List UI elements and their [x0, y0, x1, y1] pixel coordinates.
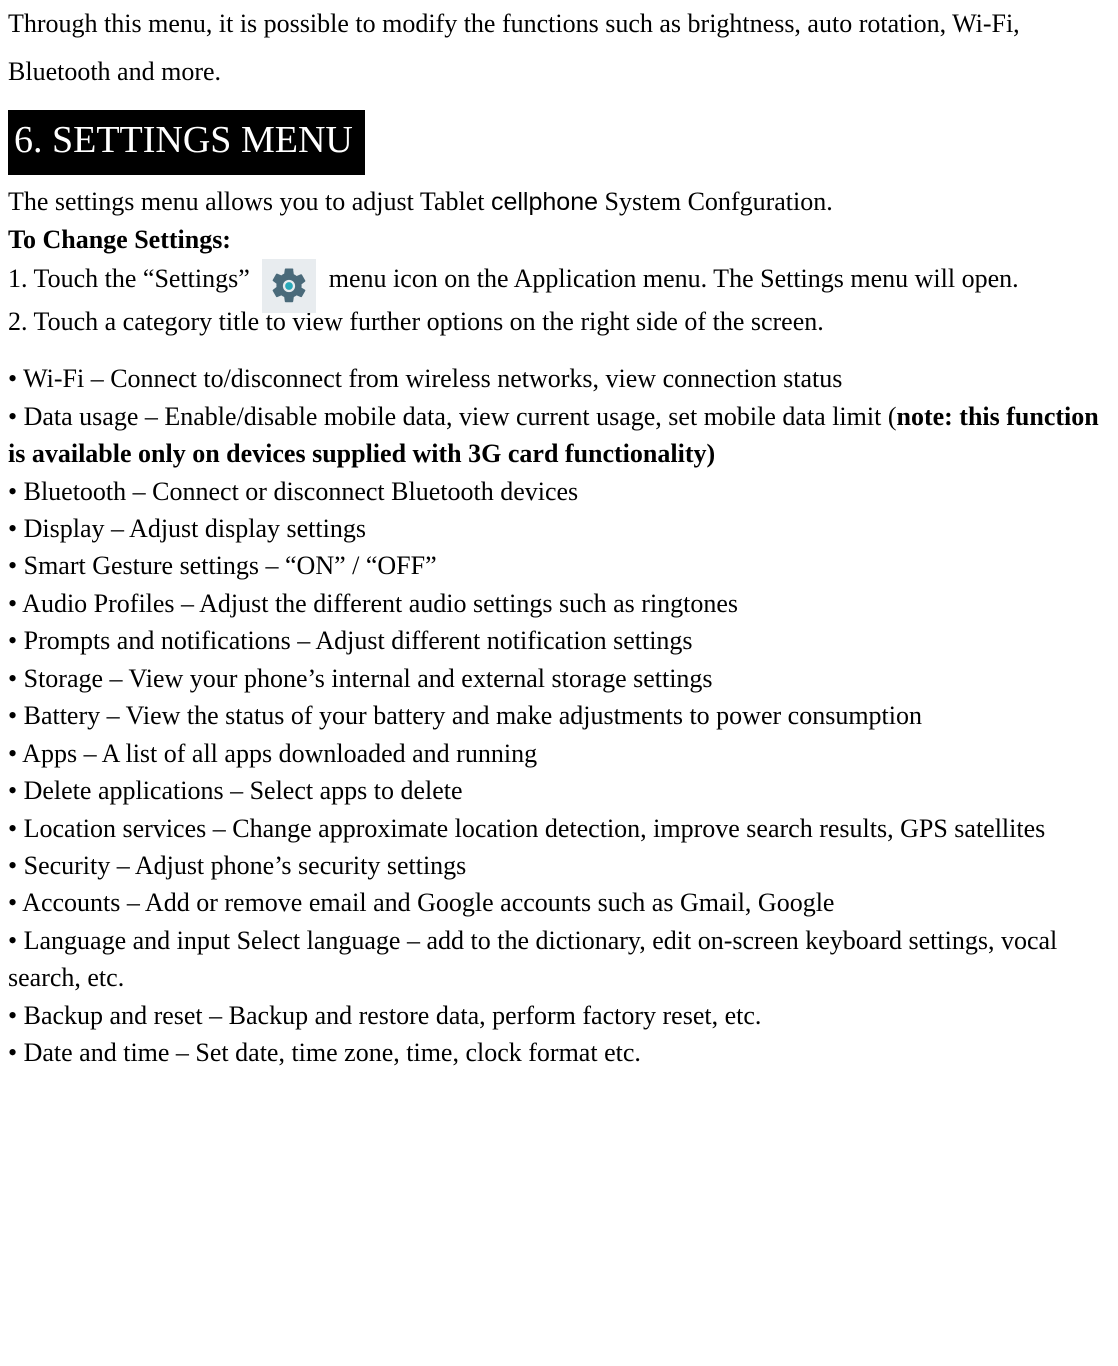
bullet-data-usage-text: • Data usage – Enable/disable mobile dat…	[8, 402, 896, 431]
bullet-wifi: • Wi-Fi – Connect to/disconnect from wir…	[8, 360, 1110, 397]
settings-bullet-list: • Wi-Fi – Connect to/disconnect from wir…	[8, 360, 1110, 1071]
bullet-display: • Display – Adjust display settings	[8, 510, 1110, 547]
bullet-battery: • Battery – View the status of your batt…	[8, 697, 1110, 734]
bullet-datetime: • Date and time – Set date, time zone, t…	[8, 1034, 1110, 1071]
step1-part-b: menu icon on the Application menu. The S…	[322, 264, 1018, 293]
to-change-settings: To Change Settings:	[8, 221, 1110, 259]
bullet-storage: • Storage – View your phone’s internal a…	[8, 660, 1110, 697]
intro-text: Through this menu, it is possible to mod…	[8, 0, 1110, 96]
step-1: 1. Touch the “Settings” menu icon on the…	[8, 259, 1110, 303]
settings-menu-description: The settings menu allows you to adjust T…	[8, 183, 1110, 221]
bullet-backup: • Backup and reset – Backup and restore …	[8, 997, 1110, 1034]
bullet-prompts: • Prompts and notifications – Adjust dif…	[8, 622, 1110, 659]
bullet-accounts: • Accounts – Add or remove email and Goo…	[8, 884, 1110, 921]
bullet-bluetooth: • Bluetooth – Connect or disconnect Blue…	[8, 473, 1110, 510]
bullet-apps: • Apps – A list of all apps downloaded a…	[8, 735, 1110, 772]
step1-part-a: 1. Touch the “Settings”	[8, 264, 256, 293]
step-2: 2. Touch a category title to view furthe…	[8, 303, 1110, 341]
settings-desc-part2: System Confguration.	[598, 187, 833, 216]
settings-desc-cellphone: cellphone	[491, 188, 598, 216]
bullet-location: • Location services – Change approximate…	[8, 810, 1110, 847]
section-heading: 6. SETTINGS MENU	[8, 110, 365, 175]
bullet-audio: • Audio Profiles – Adjust the different …	[8, 585, 1110, 622]
bullet-data-usage: • Data usage – Enable/disable mobile dat…	[8, 398, 1110, 473]
bullet-language: • Language and input Select language – a…	[8, 922, 1110, 997]
bullet-smart-gesture: • Smart Gesture settings – “ON” / “OFF”	[8, 547, 1110, 584]
settings-icon	[262, 259, 316, 313]
bullet-security: • Security – Adjust phone’s security set…	[8, 847, 1110, 884]
settings-desc-part1: The settings menu allows you to adjust T…	[8, 187, 491, 216]
bullet-delete-apps: • Delete applications – Select apps to d…	[8, 772, 1110, 809]
to-change-label: To Change Settings:	[8, 225, 231, 254]
